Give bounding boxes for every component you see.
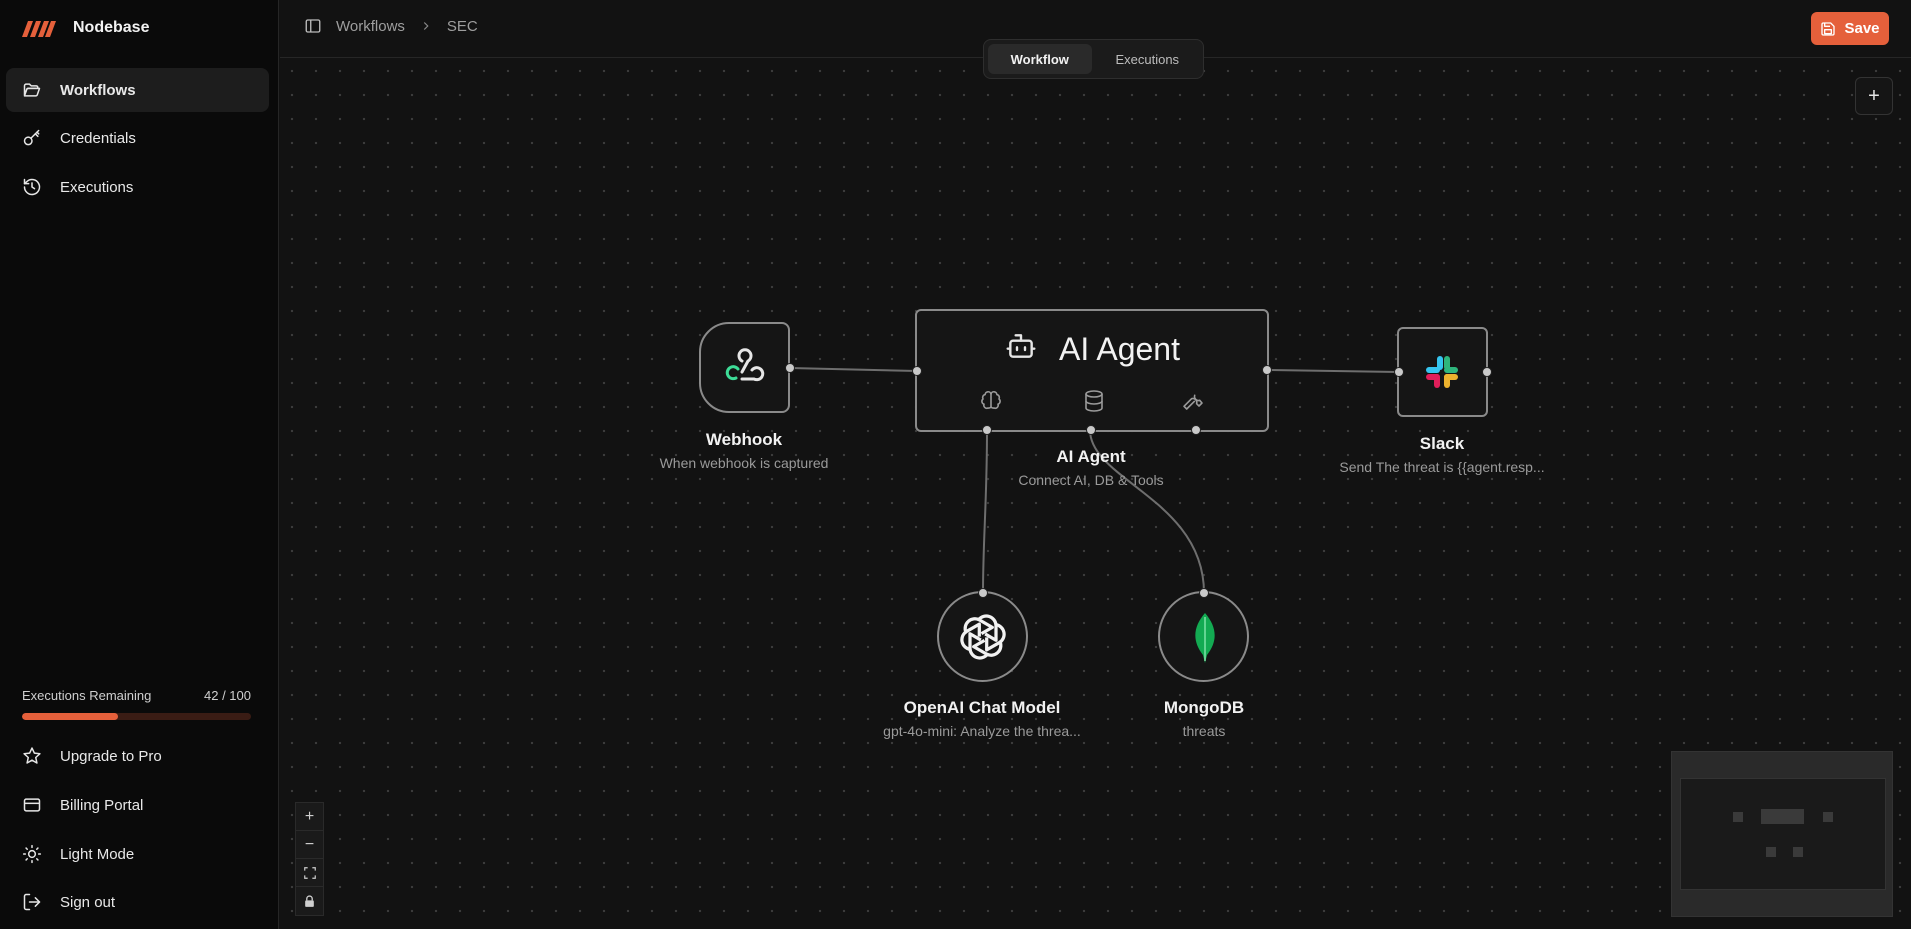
openai-node[interactable] bbox=[937, 591, 1028, 682]
canvas-controls: + − bbox=[295, 802, 324, 916]
sidebar-item-sign-out[interactable]: Sign out bbox=[6, 880, 269, 924]
ai-agent-node-subtitle: Connect AI, DB & Tools bbox=[1018, 472, 1164, 488]
webhook-node-subtitle: When webhook is captured bbox=[659, 455, 829, 471]
folder-open-icon bbox=[23, 83, 41, 97]
mongodb-leaf-icon bbox=[1195, 613, 1215, 663]
openai-icon bbox=[960, 614, 1006, 660]
lock-button[interactable] bbox=[296, 887, 323, 915]
minimap-node bbox=[1761, 809, 1804, 824]
executions-progress-bar bbox=[22, 713, 251, 720]
sidebar-item-label: Upgrade to Pro bbox=[60, 747, 162, 765]
brand-logo-icon bbox=[22, 21, 56, 37]
zoom-out-icon: − bbox=[304, 835, 315, 853]
workflow-canvas[interactable] bbox=[280, 59, 1911, 929]
ai-agent-node[interactable]: AI Agent bbox=[915, 309, 1269, 432]
webhook-node[interactable] bbox=[699, 322, 790, 413]
minimap-node bbox=[1766, 847, 1776, 857]
sidebar-item-upgrade[interactable]: Upgrade to Pro bbox=[6, 734, 269, 778]
webhook-output-handle[interactable] bbox=[785, 363, 795, 373]
slack-output-handle[interactable] bbox=[1482, 367, 1492, 377]
fit-view-icon bbox=[303, 866, 316, 879]
star-icon bbox=[23, 747, 41, 764]
slack-node-subtitle: Send The threat is {{agent.resp... bbox=[1339, 459, 1545, 475]
openai-handle[interactable] bbox=[978, 588, 988, 598]
database-icon bbox=[1085, 390, 1103, 412]
sidebar-item-billing[interactable]: Billing Portal bbox=[6, 783, 269, 827]
webhook-icon bbox=[725, 348, 765, 382]
plus-icon: + bbox=[1868, 84, 1880, 107]
ai-agent-node-title: AI Agent bbox=[1056, 447, 1126, 466]
add-node-button[interactable]: + bbox=[1855, 77, 1893, 115]
minimap-node bbox=[1823, 812, 1833, 822]
app-root: Nodebase Workflows Credentials Execution… bbox=[0, 0, 1911, 929]
minimap[interactable] bbox=[1671, 751, 1893, 917]
ai-agent-output-handle[interactable] bbox=[1262, 365, 1272, 375]
executions-remaining: Executions Remaining 42 / 100 bbox=[22, 688, 251, 720]
sun-icon bbox=[22, 844, 42, 864]
slack-input-handle[interactable] bbox=[1394, 367, 1404, 377]
lock-icon bbox=[305, 894, 314, 907]
history-icon bbox=[23, 178, 41, 196]
executions-remaining-count: 42 / 100 bbox=[204, 688, 251, 703]
mongodb-node-subtitle: threats bbox=[1182, 723, 1226, 739]
log-out-icon bbox=[23, 893, 41, 911]
sidebar-item-executions[interactable]: Executions bbox=[6, 165, 269, 209]
slack-node-title: Slack bbox=[1419, 434, 1465, 453]
tab-executions[interactable]: Executions bbox=[1096, 44, 1200, 74]
fit-view-button[interactable] bbox=[296, 859, 323, 887]
breadcrumb-current: SEC bbox=[446, 17, 478, 35]
minimap-viewport bbox=[1680, 778, 1886, 890]
bot-icon bbox=[1006, 334, 1036, 358]
ai-agent-memory-handle[interactable] bbox=[1086, 425, 1096, 435]
sidebar-item-light-mode[interactable]: Light Mode bbox=[6, 832, 269, 876]
wrench-icon bbox=[1183, 394, 1203, 410]
sidebar: Nodebase Workflows Credentials Execution… bbox=[0, 0, 279, 929]
breadcrumb-workflows[interactable]: Workflows bbox=[336, 18, 405, 35]
sidebar-item-credentials[interactable]: Credentials bbox=[6, 116, 269, 160]
webhook-node-title: Webhook bbox=[705, 430, 783, 449]
credit-card-icon bbox=[23, 798, 41, 812]
minimap-node bbox=[1733, 812, 1743, 822]
breadcrumb: Workflows SEC bbox=[304, 17, 478, 35]
mongodb-node-title: MongoDB bbox=[1163, 698, 1245, 717]
view-tabs: Workflow Executions bbox=[983, 39, 1204, 79]
zoom-in-icon: + bbox=[304, 807, 315, 825]
slack-node[interactable] bbox=[1397, 327, 1488, 417]
mongodb-handle[interactable] bbox=[1199, 588, 1209, 598]
sidebar-item-label: Executions bbox=[60, 178, 134, 196]
sidebar-item-workflows[interactable]: Workflows bbox=[6, 68, 269, 112]
tab-workflow[interactable]: Workflow bbox=[988, 44, 1092, 74]
slack-icon bbox=[1426, 356, 1458, 388]
save-button-label: Save bbox=[1844, 20, 1880, 37]
ai-agent-header: AI Agent bbox=[1059, 331, 1180, 367]
mongodb-node[interactable] bbox=[1158, 591, 1249, 682]
key-icon bbox=[23, 129, 40, 146]
ai-agent-chat-model-handle[interactable] bbox=[982, 425, 992, 435]
executions-progress-fill bbox=[22, 713, 119, 720]
zoom-in-button[interactable]: + bbox=[296, 803, 323, 831]
chevron-right-icon bbox=[423, 22, 429, 30]
sidebar-item-label: Credentials bbox=[60, 129, 136, 147]
save-button[interactable]: Save bbox=[1811, 12, 1889, 45]
executions-remaining-label: Executions Remaining bbox=[22, 688, 152, 703]
zoom-out-button[interactable]: − bbox=[296, 831, 323, 859]
brand-name: Nodebase bbox=[73, 19, 150, 36]
save-icon bbox=[1821, 21, 1836, 36]
sidebar-item-label: Billing Portal bbox=[60, 796, 144, 814]
sidebar-item-label: Sign out bbox=[60, 893, 116, 911]
minimap-node bbox=[1793, 847, 1803, 857]
ai-agent-tool-handle[interactable] bbox=[1191, 425, 1201, 435]
ai-agent-input-handle[interactable] bbox=[912, 366, 922, 376]
brand-logo[interactable] bbox=[22, 18, 56, 40]
sidebar-item-label: Light Mode bbox=[60, 845, 135, 863]
sidebar-toggle-icon[interactable] bbox=[304, 17, 322, 35]
brain-icon bbox=[981, 390, 1001, 410]
sidebar-item-label: Workflows bbox=[60, 81, 136, 99]
